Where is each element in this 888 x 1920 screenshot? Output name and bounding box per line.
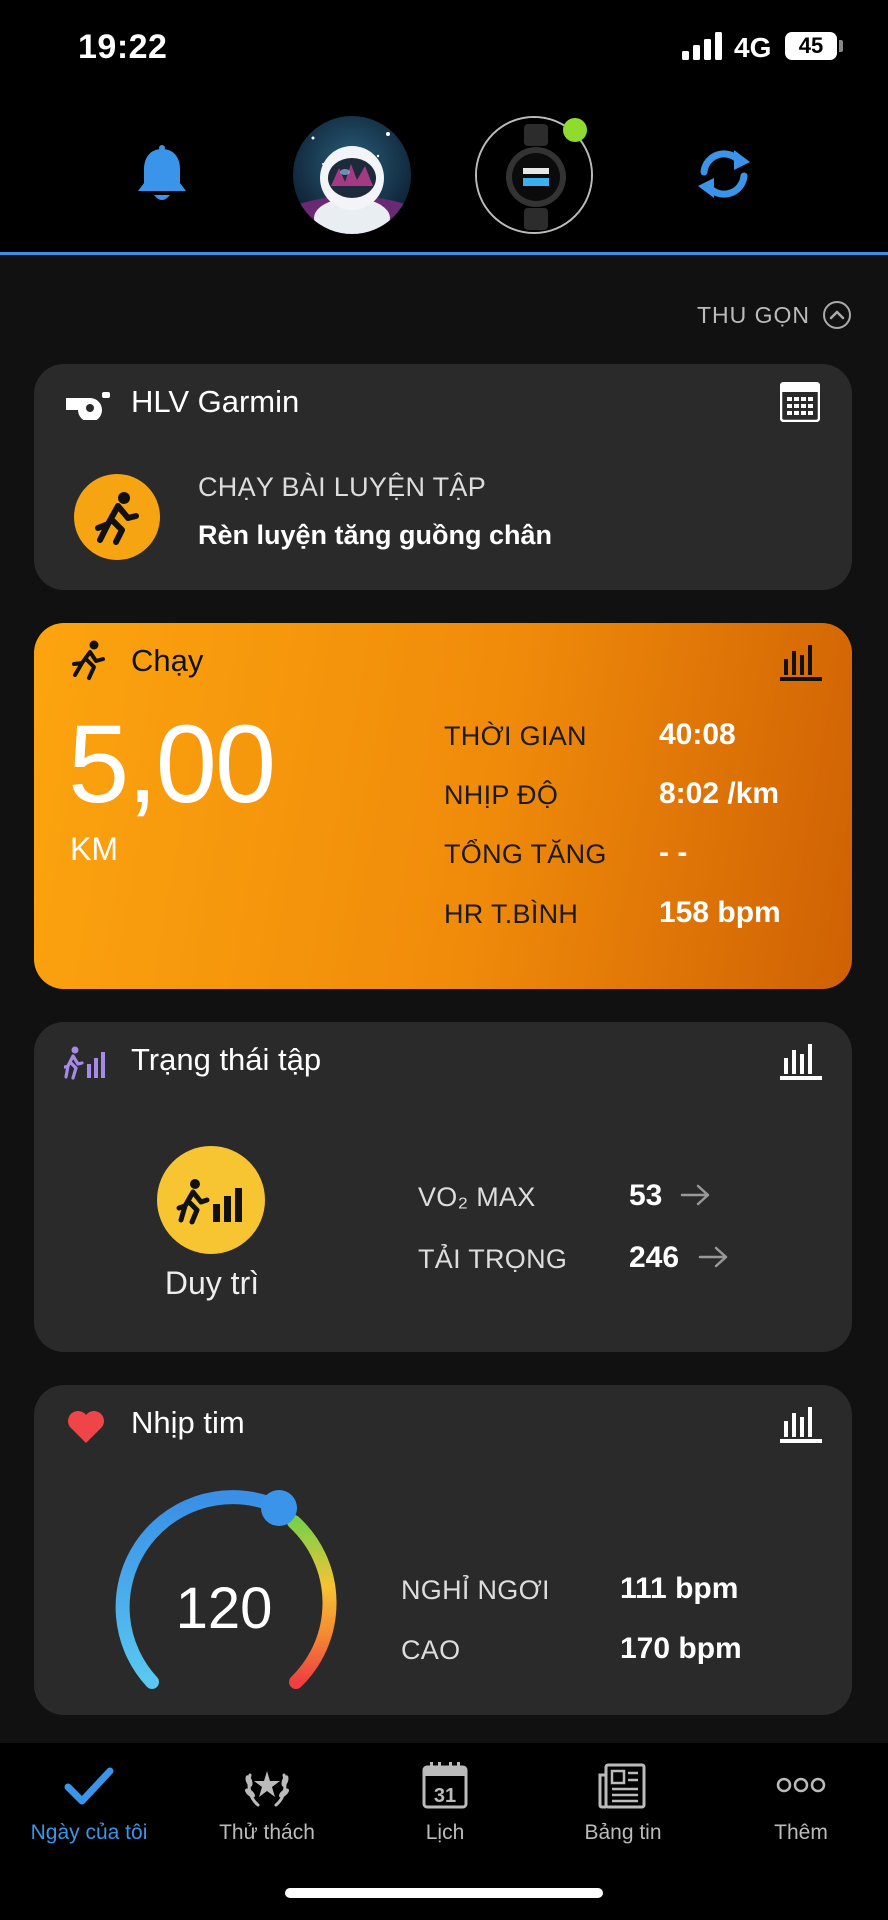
high-hr-label: CAO [401, 1635, 461, 1665]
nav-more-label: Thêm [774, 1821, 828, 1844]
calendar-icon: 31 [422, 1762, 468, 1809]
stat-avg-hr-value: 158 bpm [659, 896, 781, 929]
collapse-label: THU GỌN [696, 301, 810, 328]
stat-avg-hr-label: HR T.BÌNH [444, 899, 579, 929]
run-card[interactable]: Chạy 5,00 KM THỜI GIAN 40:08 NHỊP ĐỘ 8:0… [34, 623, 852, 989]
status-badge [157, 1146, 265, 1254]
nav-newsfeed[interactable]: Bảng tin [534, 1743, 712, 1863]
calendar-icon[interactable] [780, 382, 820, 422]
nav-challenges-label: Thử thách [219, 1821, 315, 1844]
laurel-icon [245, 1771, 289, 1807]
bell-icon[interactable] [134, 145, 190, 205]
stat-ascent-value: - - [659, 836, 688, 869]
workout-type: CHẠY BÀI LUYỆN TẬP [198, 472, 487, 502]
run-title: Chạy [131, 643, 204, 678]
run-distance-unit: KM [70, 831, 118, 867]
run-distance: 5,00 [68, 703, 276, 826]
nav-calendar-label: Lịch [425, 1821, 465, 1844]
more-icon [776, 1777, 826, 1793]
vo2max-label: VO₂ MAX [418, 1182, 536, 1212]
whistle-icon [66, 392, 110, 420]
astronaut-avatar-image [293, 116, 411, 234]
bar-chart-icon[interactable] [780, 1405, 822, 1443]
bar-chart-icon[interactable] [780, 643, 822, 681]
arrow-right-icon [680, 1184, 710, 1206]
newspaper-icon [598, 1763, 646, 1809]
training-status-card[interactable]: Trạng thái tập Duy trì VO₂ MAX 53 TẢI TR… [34, 1022, 852, 1352]
high-hr-value: 170 bpm [620, 1632, 742, 1665]
workout-name: Rèn luyện tăng guồng chân [198, 520, 553, 550]
resting-hr-label: NGHỈ NGƠI [401, 1575, 550, 1605]
training-status-icon [64, 1046, 105, 1080]
run-workout-icon [74, 474, 160, 560]
stat-time-value: 40:08 [659, 718, 736, 751]
resting-hr-value: 111 bpm [620, 1572, 739, 1605]
stat-time-label: THỜI GIAN [444, 721, 587, 751]
chevron-up-icon [823, 301, 851, 329]
app-header [0, 100, 888, 255]
running-icon [72, 640, 105, 680]
coach-title: HLV Garmin [131, 384, 300, 419]
device-connected-indicator [563, 118, 587, 142]
calendar-day: 31 [434, 1785, 456, 1807]
collapse-toggle[interactable]: THU GỌN [697, 300, 852, 330]
signal-icon [682, 32, 722, 60]
status-bar: 19:22 4G 45 [0, 0, 888, 100]
training-status-text: Duy trì [164, 1265, 260, 1301]
nav-newsfeed-label: Bảng tin [584, 1821, 662, 1844]
coach-card[interactable]: HLV Garmin CHẠY BÀI LUYỆN TẬP Rèn luyện … [34, 364, 852, 590]
nav-challenges[interactable]: Thử thách [178, 1743, 356, 1863]
check-icon [64, 1767, 114, 1805]
training-load-value: 246 [629, 1241, 680, 1274]
stat-pace-value: 8:02 /km [659, 777, 780, 810]
avatar[interactable] [293, 116, 411, 234]
bar-chart-icon[interactable] [780, 1042, 822, 1080]
sync-icon[interactable] [694, 146, 754, 202]
stat-ascent-label: TỔNG TĂNG [444, 839, 607, 869]
heart-rate-current: 120 [175, 1576, 273, 1641]
stat-pace-label: NHỊP ĐỘ [444, 780, 559, 810]
heart-rate-card[interactable]: Nhịp tim 120 NGHỈ NGƠI 111 bpm CAO 170 b… [34, 1385, 852, 1715]
vo2max-value: 53 [629, 1179, 663, 1212]
battery-icon: 45 [785, 32, 837, 60]
nav-my-day[interactable]: Ngày của tôi [0, 1743, 178, 1863]
training-title: Trạng thái tập [131, 1042, 322, 1077]
training-status-badge-icon [176, 1179, 242, 1225]
nav-my-day-label: Ngày của tôi [30, 1821, 148, 1844]
home-indicator [285, 1888, 603, 1898]
network-type: 4G [734, 32, 772, 63]
training-load-label: TẢI TRỌNG [418, 1244, 568, 1274]
heart-rate-title: Nhịp tim [131, 1405, 245, 1440]
status-time: 19:22 [78, 28, 168, 66]
nav-calendar[interactable]: 31 Lịch [356, 1743, 534, 1863]
battery-tip [839, 40, 843, 52]
arrow-right-icon [698, 1246, 728, 1268]
nav-more[interactable]: Thêm [712, 1743, 888, 1863]
heart-icon [68, 1411, 104, 1443]
